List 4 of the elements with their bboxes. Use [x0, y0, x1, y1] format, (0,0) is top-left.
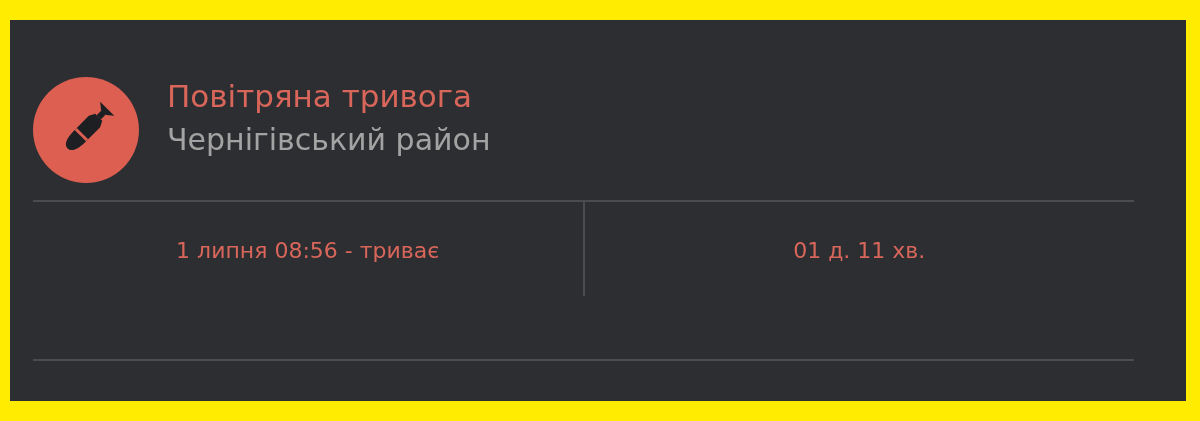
- region-name: Чернігівський район: [167, 121, 491, 157]
- alert-title: Повітряна тривога: [167, 77, 474, 114]
- alert-period: 1 липня 08:56 - триває: [175, 237, 441, 265]
- alert-duration: 01 д. 11 хв.: [792, 237, 927, 265]
